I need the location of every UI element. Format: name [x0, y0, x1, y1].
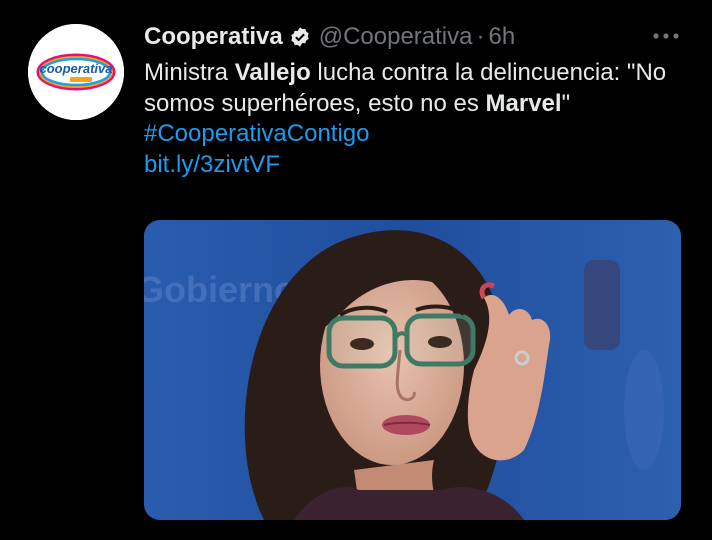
cooperativa-logo-icon: cooperativa — [28, 24, 124, 120]
tweet-text-bold: Vallejo — [234, 59, 311, 86]
tweet-header: Cooperativa @Cooperativa · 6h — [144, 20, 515, 54]
author-handle[interactable]: @Cooperativa — [319, 23, 473, 51]
url-link[interactable]: bit.ly/3zivtVF — [144, 151, 280, 178]
author-name[interactable]: Cooperativa — [144, 23, 283, 51]
photo-woman-glasses: Gobierno — [144, 220, 681, 520]
more-options-button[interactable] — [648, 24, 684, 48]
tweet[interactable]: cooperativa Cooperativa @Cooperativa · 6… — [0, 0, 712, 540]
avatar-logo-text: cooperativa — [40, 61, 113, 76]
tweet-media-image[interactable]: Gobierno — [144, 220, 681, 520]
verified-badge-icon — [289, 26, 311, 48]
tweet-text-part: Ministra — [144, 59, 235, 86]
tweet-text-bold: Marvel — [485, 89, 562, 117]
separator-dot: · — [476, 23, 485, 50]
tweet-timestamp[interactable]: 6h — [488, 23, 515, 51]
more-dots-icon — [653, 33, 679, 39]
profile-avatar[interactable]: cooperativa — [28, 24, 124, 120]
background-sign-text: Gobierno — [144, 269, 296, 310]
tweet-text: Ministra Vallejo lucha contra la delincu… — [144, 58, 694, 180]
tweet-text-part: " — [561, 89, 571, 117]
hashtag-link[interactable]: #CooperativaContigo — [144, 120, 369, 147]
